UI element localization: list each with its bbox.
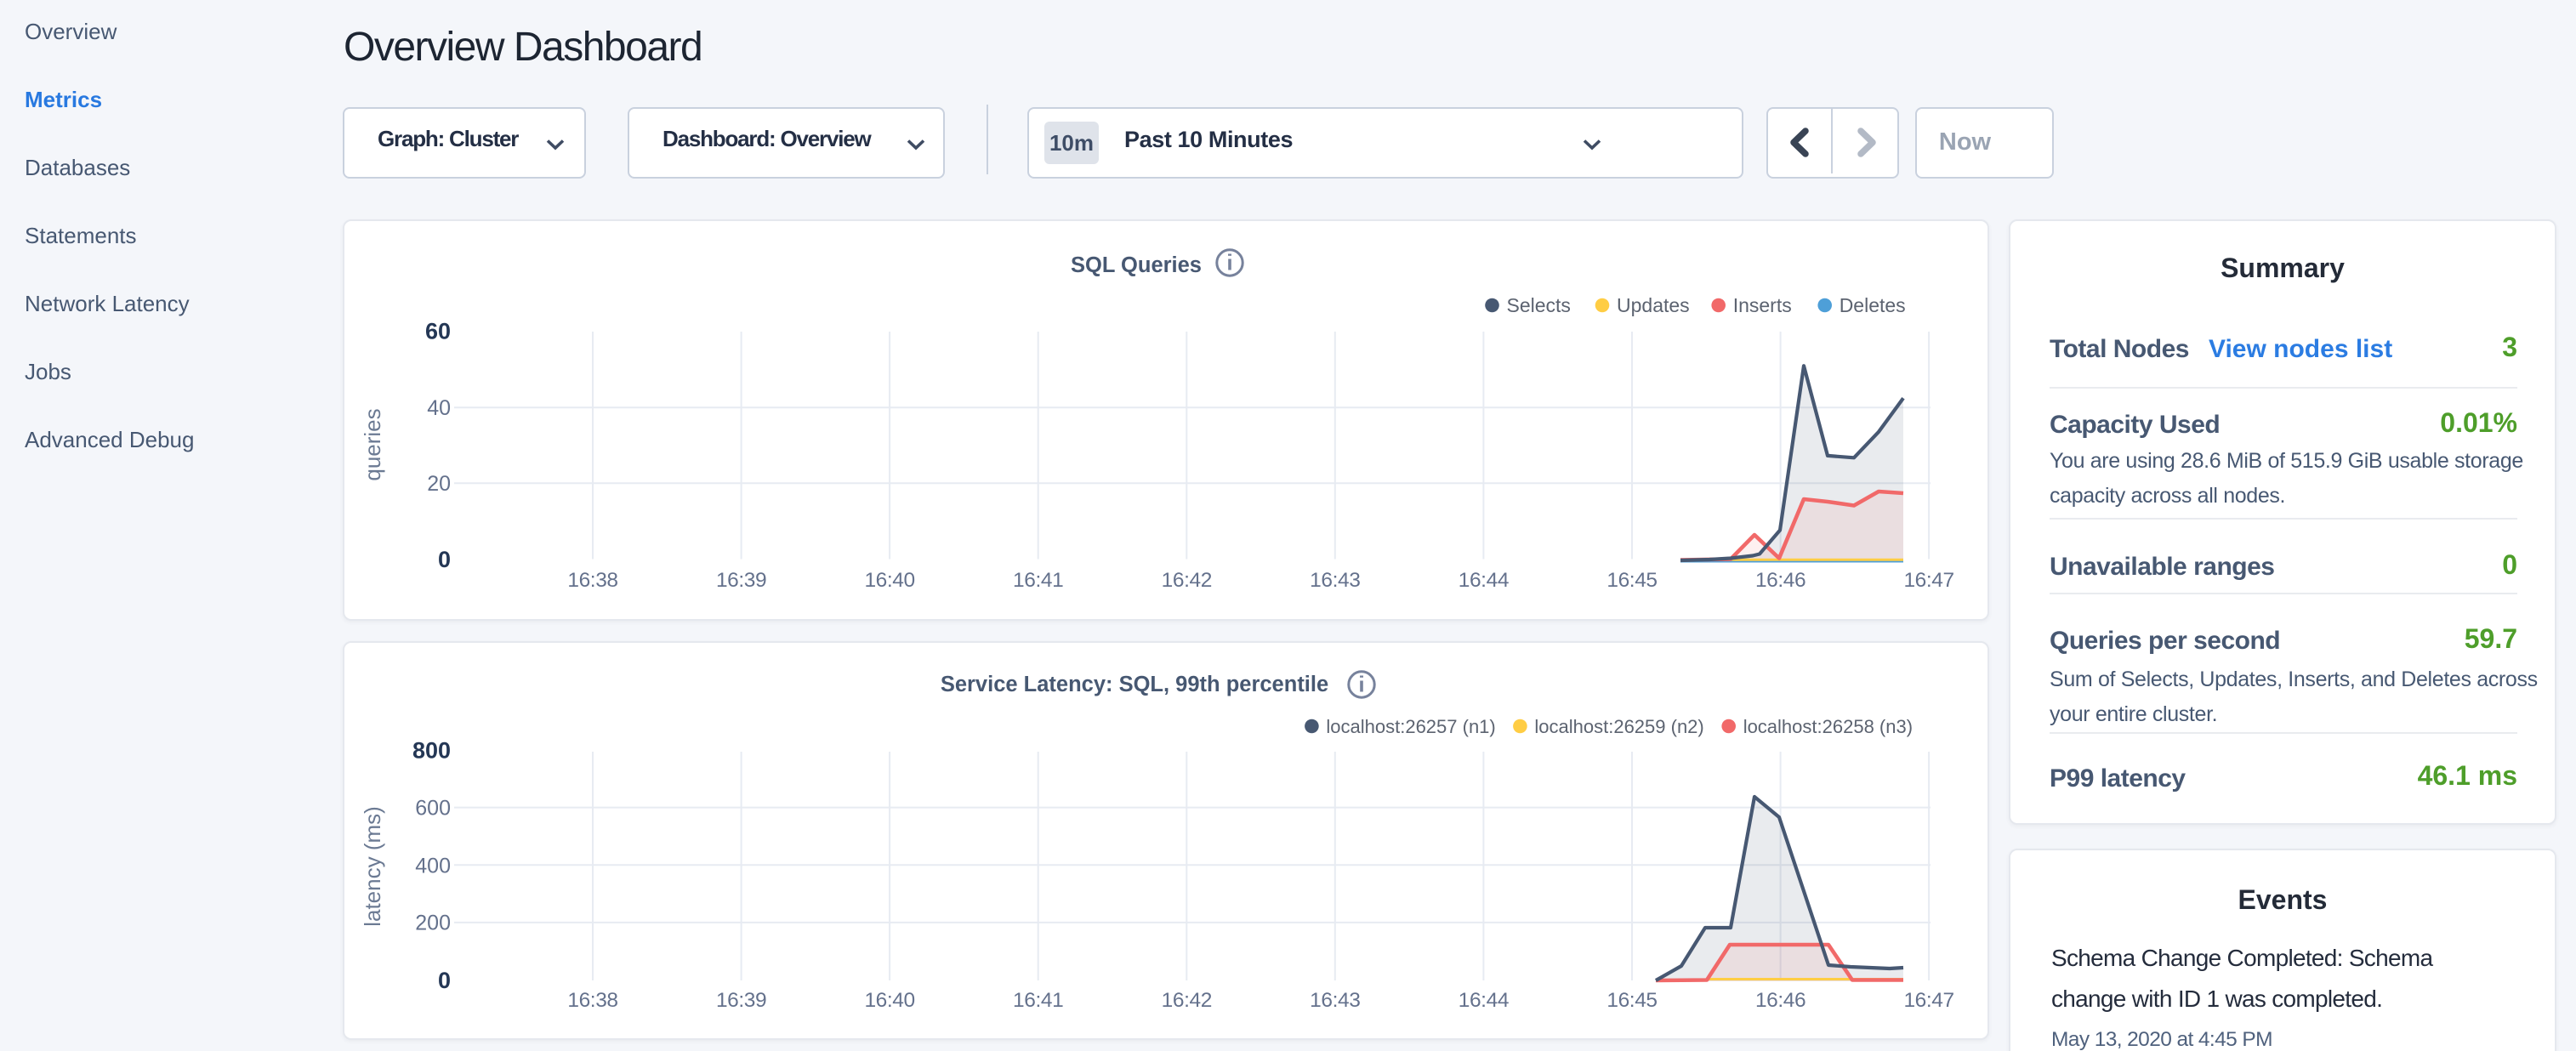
svg-text:Deletes: Deletes: [1840, 294, 1906, 316]
svg-text:localhost:26258 (n3): localhost:26258 (n3): [1743, 716, 1913, 737]
svg-text:16:44: 16:44: [1459, 569, 1509, 592]
svg-text:16:46: 16:46: [1755, 569, 1805, 592]
svg-text:16:44: 16:44: [1459, 989, 1509, 1012]
svg-text:16:43: 16:43: [1310, 569, 1360, 592]
svg-text:16:42: 16:42: [1162, 989, 1212, 1012]
svg-text:16:39: 16:39: [716, 569, 766, 592]
svg-text:16:41: 16:41: [1013, 989, 1063, 1012]
svg-text:queries: queries: [360, 408, 385, 480]
svg-text:16:38: 16:38: [567, 569, 617, 592]
svg-text:40: 40: [427, 396, 451, 420]
svg-text:60: 60: [425, 319, 451, 344]
svg-text:0: 0: [438, 968, 451, 993]
svg-text:16:42: 16:42: [1162, 569, 1212, 592]
svg-text:0: 0: [438, 547, 451, 572]
svg-text:600: 600: [415, 797, 451, 821]
svg-text:200: 200: [415, 912, 451, 935]
svg-text:16:47: 16:47: [1903, 989, 1953, 1012]
svg-text:16:45: 16:45: [1606, 989, 1657, 1012]
svg-text:16:40: 16:40: [864, 989, 914, 1012]
svg-text:Selects: Selects: [1507, 294, 1571, 316]
svg-text:SQL Queries: SQL Queries: [1071, 253, 1202, 277]
svg-text:16:45: 16:45: [1606, 569, 1657, 592]
svg-text:20: 20: [427, 472, 451, 496]
svg-text:16:46: 16:46: [1755, 989, 1805, 1012]
svg-text:16:38: 16:38: [567, 989, 617, 1012]
svg-text:latency (ms): latency (ms): [360, 806, 385, 927]
svg-text:16:40: 16:40: [864, 569, 914, 592]
svg-text:Service Latency: SQL, 99th per: Service Latency: SQL, 99th percentile: [941, 673, 1328, 696]
svg-text:localhost:26259 (n2): localhost:26259 (n2): [1534, 716, 1703, 737]
svg-text:16:41: 16:41: [1013, 569, 1063, 592]
svg-text:16:43: 16:43: [1310, 989, 1360, 1012]
svg-text:400: 400: [415, 855, 451, 878]
svg-text:16:39: 16:39: [716, 989, 766, 1012]
svg-text:Inserts: Inserts: [1733, 294, 1792, 316]
svg-text:localhost:26257 (n1): localhost:26257 (n1): [1326, 716, 1495, 737]
svg-text:800: 800: [412, 738, 451, 764]
svg-text:Updates: Updates: [1617, 294, 1690, 316]
svg-text:16:47: 16:47: [1903, 569, 1953, 592]
